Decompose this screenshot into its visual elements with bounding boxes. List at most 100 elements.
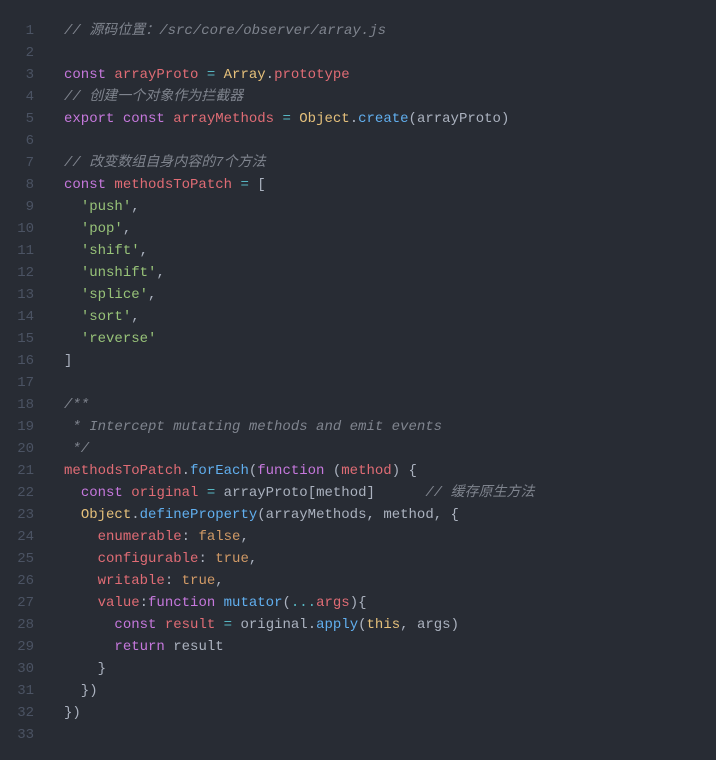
token: , <box>215 573 223 589</box>
token: args <box>417 617 451 633</box>
token <box>64 551 98 567</box>
token: Array <box>224 67 266 83</box>
line-number: 26 <box>0 570 34 592</box>
token: ] <box>64 353 72 369</box>
token: . <box>308 617 316 633</box>
line-number: 32 <box>0 702 34 724</box>
line-number: 16 <box>0 350 34 372</box>
token: arrayProto <box>417 111 501 127</box>
code-line: // 创建一个对象作为拦截器 <box>64 86 716 108</box>
token <box>64 573 98 589</box>
code-line: 'sort', <box>64 306 716 328</box>
code-line: */ <box>64 438 716 460</box>
code-line: writable: true, <box>64 570 716 592</box>
token: export <box>64 111 123 127</box>
code-line: return result <box>64 636 716 658</box>
token: . <box>266 67 274 83</box>
token <box>64 265 81 281</box>
token: 'sort' <box>81 309 131 325</box>
token: : <box>140 595 148 611</box>
line-number: 3 <box>0 64 34 86</box>
token: 'splice' <box>81 287 148 303</box>
code-line: const methodsToPatch = [ <box>64 174 716 196</box>
line-number: 20 <box>0 438 34 460</box>
token <box>64 507 81 523</box>
line-number: 9 <box>0 196 34 218</box>
token: 'reverse' <box>81 331 157 347</box>
token <box>64 617 114 633</box>
code-line: /** <box>64 394 716 416</box>
token: . <box>182 463 190 479</box>
code-editor: 1234567891011121314151617181920212223242… <box>0 0 716 760</box>
code-line <box>64 372 716 394</box>
token <box>215 485 223 501</box>
token: . <box>350 111 358 127</box>
token: , <box>156 265 164 281</box>
token: , <box>367 507 384 523</box>
token: , <box>400 617 417 633</box>
token <box>198 67 206 83</box>
line-number: 5 <box>0 108 34 130</box>
line-number: 1 <box>0 20 34 42</box>
code-line: methodsToPatch.forEach(function (method)… <box>64 460 716 482</box>
code-line: 'shift', <box>64 240 716 262</box>
code-line: ] <box>64 350 716 372</box>
token: ] <box>367 485 426 501</box>
token: ... <box>291 595 316 611</box>
token: */ <box>64 441 89 457</box>
token: = <box>207 485 215 501</box>
code-line: const result = original.apply(this, args… <box>64 614 716 636</box>
token: true <box>182 573 216 589</box>
line-number: 17 <box>0 372 34 394</box>
token <box>64 221 81 237</box>
token: function <box>148 595 224 611</box>
line-number: 22 <box>0 482 34 504</box>
token: enumerable <box>98 529 182 545</box>
line-number: 27 <box>0 592 34 614</box>
token: , <box>131 309 139 325</box>
line-number: 6 <box>0 130 34 152</box>
token: method <box>316 485 366 501</box>
token: return <box>114 639 173 655</box>
line-number: 12 <box>0 262 34 284</box>
token: . <box>131 507 139 523</box>
token <box>215 617 223 633</box>
token: Object <box>81 507 131 523</box>
token <box>64 287 81 303</box>
token: ( <box>409 111 417 127</box>
code-line: } <box>64 658 716 680</box>
token: result <box>173 639 223 655</box>
token: method <box>383 507 433 523</box>
token: /** <box>64 397 89 413</box>
token: ) { <box>392 463 417 479</box>
code-line: // 改变数组自身内容的7个方法 <box>64 152 716 174</box>
token: false <box>198 529 240 545</box>
token: , <box>140 243 148 259</box>
token: mutator <box>224 595 283 611</box>
line-number: 30 <box>0 658 34 680</box>
line-number: 15 <box>0 328 34 350</box>
token: = <box>207 67 215 83</box>
code-line <box>64 42 716 64</box>
line-number: 25 <box>0 548 34 570</box>
token: : <box>198 551 215 567</box>
token: args <box>316 595 350 611</box>
token: * Intercept mutating methods and emit ev… <box>64 419 442 435</box>
line-number: 7 <box>0 152 34 174</box>
token: defineProperty <box>140 507 258 523</box>
line-number: 19 <box>0 416 34 438</box>
line-number: 29 <box>0 636 34 658</box>
line-number: 23 <box>0 504 34 526</box>
token: // 源码位置：/src/core/observer/array.js <box>64 23 386 39</box>
token: const <box>114 617 164 633</box>
code-line: 'unshift', <box>64 262 716 284</box>
code-line: 'pop', <box>64 218 716 240</box>
code-line: }) <box>64 702 716 724</box>
code-line: value:function mutator(...args){ <box>64 592 716 614</box>
code-content: // 源码位置：/src/core/observer/array.js const… <box>46 0 716 760</box>
token: configurable <box>98 551 199 567</box>
line-number: 33 <box>0 724 34 746</box>
token: ( <box>257 507 265 523</box>
token: original <box>131 485 198 501</box>
token: methodsToPatch <box>114 177 232 193</box>
